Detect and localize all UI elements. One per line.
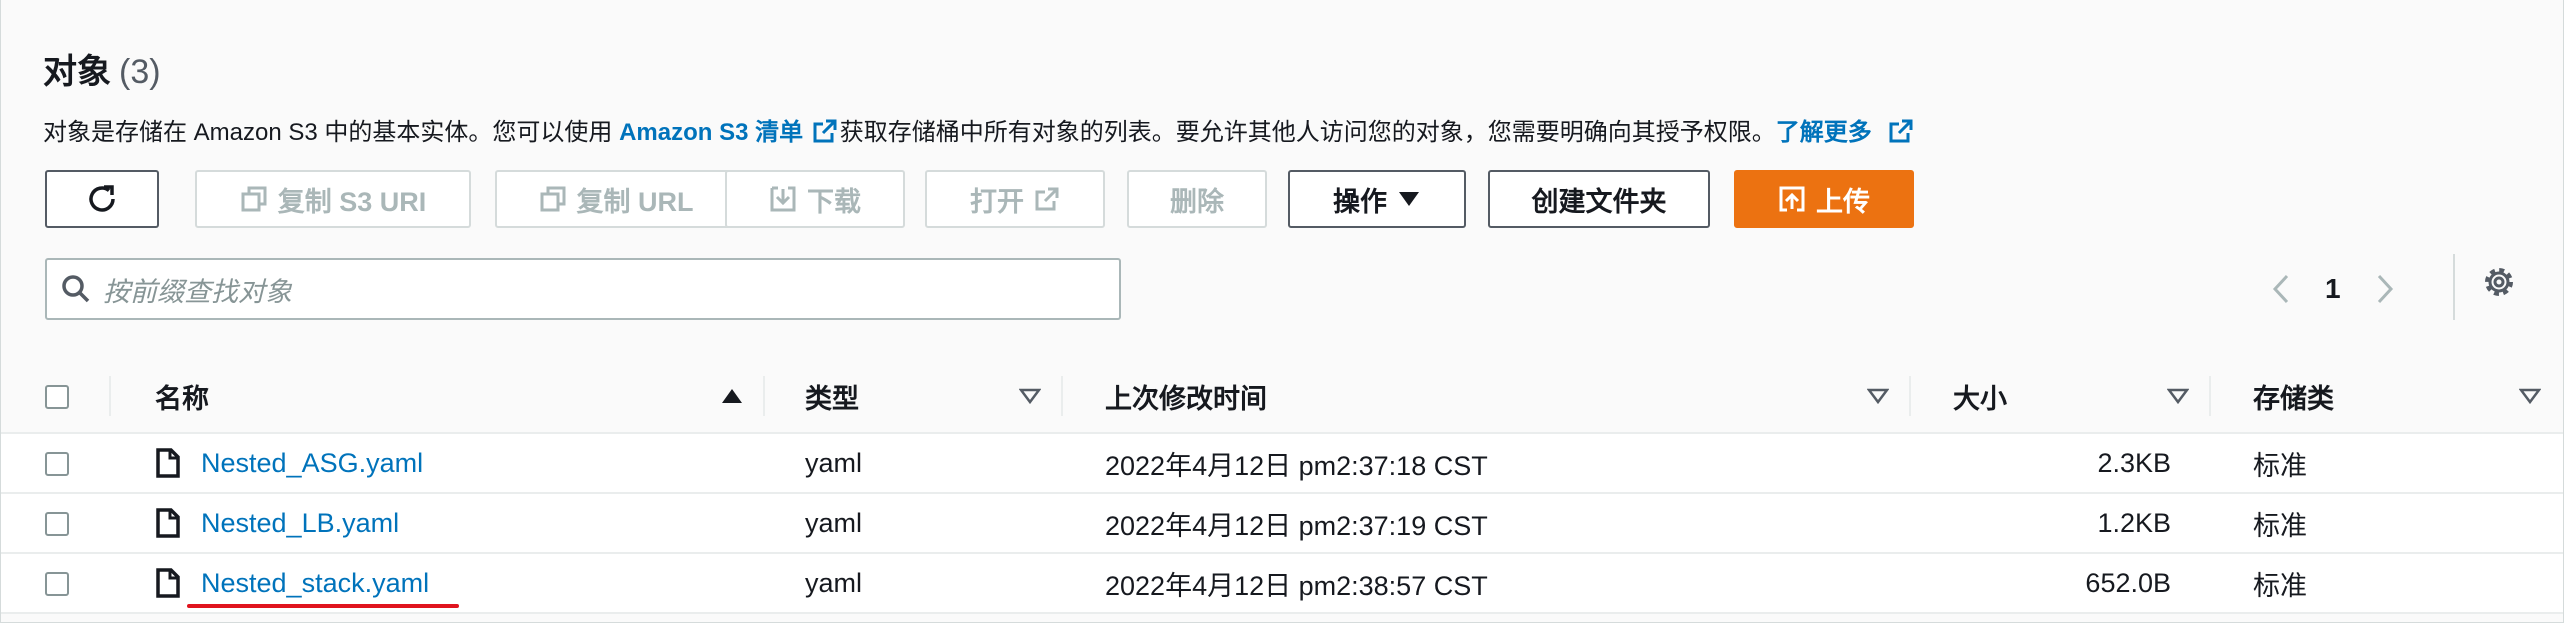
chevron-left-icon[interactable] <box>2271 273 2291 305</box>
sort-icon <box>2167 388 2189 405</box>
column-header-storage[interactable]: 存储类 <box>2211 360 2563 434</box>
refresh-button[interactable] <box>45 170 159 228</box>
row-modified-cell: 2022年4月12日 pm2:38:57 CST <box>1063 553 1911 614</box>
search-icon <box>62 275 90 303</box>
column-header-name[interactable]: 名称 <box>111 360 765 434</box>
row-name-cell: Nested_ASG.yaml <box>111 433 765 494</box>
row-modified-cell: 2022年4月12日 pm2:37:19 CST <box>1063 493 1911 554</box>
divider <box>2453 254 2455 320</box>
object-link[interactable]: Nested_ASG.yaml <box>201 448 423 479</box>
row-size-cell: 652.0B <box>1911 553 2211 614</box>
column-header-modified[interactable]: 上次修改时间 <box>1063 360 1911 434</box>
column-storage-label: 存储类 <box>2253 383 2334 414</box>
file-icon <box>156 568 180 598</box>
objects-panel: 对象 (3) 对象是存储在 Amazon S3 中的基本实体。您可以使用 Amaz… <box>0 0 2564 623</box>
copy-icon <box>540 186 565 212</box>
search-input[interactable]: 按前缀查找对象 <box>45 258 1121 320</box>
object-link[interactable]: Nested_stack.yaml <box>201 568 429 599</box>
title-text: 对象 <box>43 53 111 91</box>
actions-dropdown[interactable]: 操作 <box>1288 170 1466 228</box>
create-folder-button[interactable]: 创建文件夹 <box>1488 170 1710 228</box>
table-row: Nested_LB.yaml yaml 2022年4月12日 pm2:37:19… <box>1 493 2563 554</box>
search-placeholder: 按前缀查找对象 <box>103 276 292 307</box>
copy-icon <box>241 186 267 212</box>
inventory-link[interactable]: Amazon S3 清单 <box>619 119 803 146</box>
column-header-type[interactable]: 类型 <box>765 360 1063 434</box>
open-label: 打开 <box>970 186 1024 217</box>
row-type-cell: yaml <box>765 553 1063 614</box>
row-storage-cell: 标准 <box>2211 553 2563 614</box>
column-name-label: 名称 <box>155 383 209 414</box>
refresh-icon <box>89 185 115 212</box>
external-link-icon <box>1035 187 1059 211</box>
create-folder-label: 创建文件夹 <box>1531 186 1667 217</box>
actions-label: 操作 <box>1333 186 1387 217</box>
sort-ascending-icon <box>722 389 742 403</box>
copy-s3-uri-button[interactable]: 复制 S3 URI <box>195 170 471 228</box>
row-select-cell <box>1 433 111 494</box>
objects-table: 名称 类型 上次修改时间 大小 存储类 Nested_ASG.yaml yaml… <box>1 360 2563 614</box>
row-checkbox[interactable] <box>45 452 69 477</box>
pagination: 1 <box>2271 262 2395 316</box>
chevron-right-icon[interactable] <box>2375 273 2395 305</box>
external-link-icon <box>1889 119 1913 143</box>
row-storage-cell: 标准 <box>2211 433 2563 494</box>
copy-s3-uri-label: 复制 S3 URI <box>277 186 427 217</box>
select-all-cell <box>1 360 111 434</box>
sort-icon <box>2519 388 2541 405</box>
download-button[interactable]: 下载 <box>725 170 905 228</box>
column-size-label: 大小 <box>1953 383 2007 414</box>
open-button[interactable]: 打开 <box>925 170 1105 228</box>
annotation-underline <box>187 604 459 608</box>
upload-button[interactable]: 上传 <box>1734 170 1914 228</box>
select-all-checkbox[interactable] <box>45 385 69 410</box>
row-checkbox[interactable] <box>45 572 69 597</box>
upload-label: 上传 <box>1816 186 1870 217</box>
panel-header: 对象 (3) 对象是存储在 Amazon S3 中的基本实体。您可以使用 Amaz… <box>1 0 2563 330</box>
row-select-cell <box>1 493 111 554</box>
download-icon <box>770 186 796 212</box>
page-title: 对象 (3) <box>43 44 161 93</box>
delete-button[interactable]: 删除 <box>1127 170 1267 228</box>
column-header-size[interactable]: 大小 <box>1911 360 2211 434</box>
learn-more-link[interactable]: 了解更多 <box>1776 119 1872 146</box>
column-modified-label: 上次修改时间 <box>1105 383 1267 414</box>
sort-icon <box>1019 388 1041 405</box>
sort-icon <box>1867 388 1889 405</box>
object-count: (3) <box>119 53 161 91</box>
file-icon <box>156 508 180 538</box>
file-icon <box>156 448 180 478</box>
upload-icon <box>1779 186 1805 212</box>
description-prefix: 对象是存储在 Amazon S3 中的基本实体。您可以使用 <box>43 119 620 146</box>
table-row: Nested_ASG.yaml yaml 2022年4月12日 pm2:37:1… <box>1 433 2563 494</box>
row-name-cell: Nested_LB.yaml <box>111 493 765 554</box>
row-size-cell: 1.2KB <box>1911 493 2211 554</box>
gear-icon[interactable] <box>2479 262 2519 302</box>
delete-label: 删除 <box>1170 186 1224 217</box>
column-type-label: 类型 <box>805 383 859 414</box>
row-type-cell: yaml <box>765 493 1063 554</box>
copy-url-button[interactable]: 复制 URL <box>495 170 737 228</box>
caret-down-icon <box>1399 192 1419 206</box>
current-page[interactable]: 1 <box>2325 273 2341 305</box>
table-header-row: 名称 类型 上次修改时间 大小 存储类 <box>1 360 2563 434</box>
copy-url-label: 复制 URL <box>576 186 694 217</box>
row-storage-cell: 标准 <box>2211 493 2563 554</box>
download-label: 下载 <box>807 186 861 217</box>
row-type-cell: yaml <box>765 433 1063 494</box>
row-select-cell <box>1 553 111 614</box>
external-link-icon <box>813 119 837 143</box>
row-size-cell: 2.3KB <box>1911 433 2211 494</box>
description: 对象是存储在 Amazon S3 中的基本实体。您可以使用 Amazon S3 … <box>43 112 1916 147</box>
row-modified-cell: 2022年4月12日 pm2:37:18 CST <box>1063 433 1911 494</box>
row-checkbox[interactable] <box>45 512 69 537</box>
object-link[interactable]: Nested_LB.yaml <box>201 508 399 539</box>
description-middle: 获取存储桶中所有对象的列表。要允许其他人访问您的对象，您需要明确向其授予权限。 <box>839 119 1776 146</box>
